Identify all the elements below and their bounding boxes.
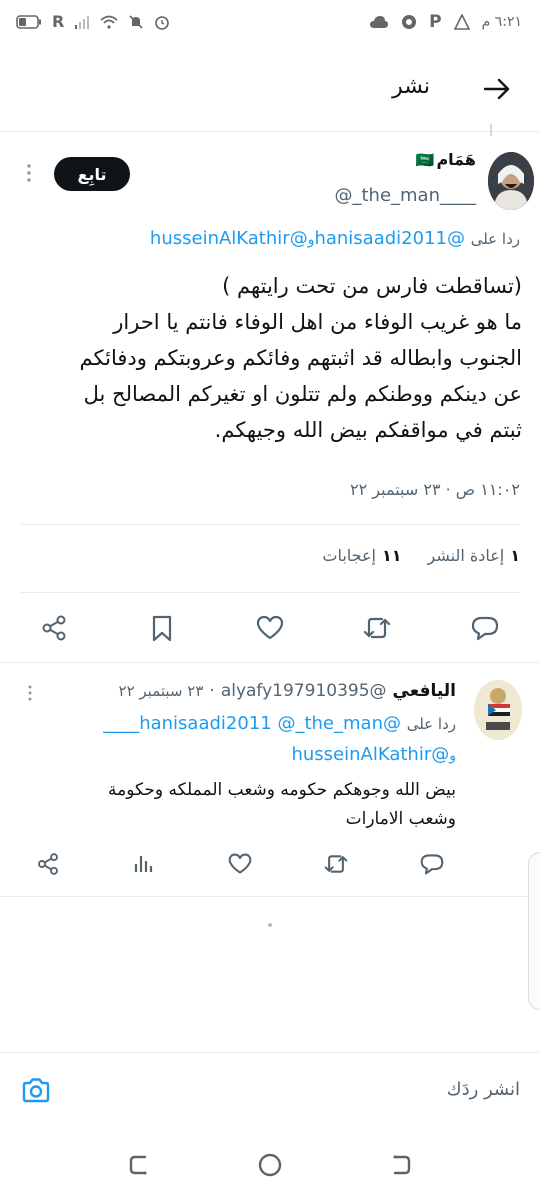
status-time: ٦:٢١ م: [481, 14, 522, 30]
heart-icon: [228, 853, 252, 874]
heart-icon: [256, 615, 284, 640]
tweet-text-line: (تساقطت فارس من تحت رايتهم ): [222, 274, 522, 298]
back-nav-icon[interactable]: [386, 1150, 416, 1180]
stats-divider-top: [20, 524, 520, 525]
thread-line-top: [490, 124, 492, 136]
avatar[interactable]: [488, 152, 534, 210]
share-button[interactable]: [32, 848, 64, 880]
scrollbar[interactable]: [528, 852, 540, 1010]
more-vertical-icon[interactable]: [22, 162, 36, 184]
reply-button[interactable]: [469, 612, 501, 644]
avatar-image: [474, 680, 522, 740]
like-button[interactable]: [224, 848, 256, 880]
signal-icon: [75, 15, 90, 29]
retweet-count[interactable]: ١: [510, 546, 520, 565]
share-icon: [42, 615, 66, 641]
reply-handle[interactable]: @alyafy197910395: [221, 681, 387, 701]
comment-icon: [471, 616, 499, 641]
reply-to-prefix: ردا على: [406, 715, 456, 733]
tweet-text: (تساقطت فارس من تحت رايتهم ) ما هو غريب …: [2, 268, 522, 448]
views-button[interactable]: [128, 848, 160, 880]
analytics-icon: [134, 856, 153, 872]
chrome-icon: [402, 15, 417, 29]
tweet-handle[interactable]: @_the_man____: [334, 185, 476, 206]
like-label[interactable]: إعجابات: [322, 546, 376, 565]
home-icon[interactable]: [255, 1150, 285, 1180]
like-button[interactable]: [254, 612, 286, 644]
status-right: P ٦:٢١ م: [369, 12, 522, 32]
tweet-author[interactable]: هَمَام 🇸🇦: [416, 150, 476, 169]
retweet-icon: [324, 855, 348, 873]
battery-icon: [16, 14, 41, 29]
flag-icon: 🇸🇦: [415, 150, 435, 169]
tweet-text-line: ما هو غريب الوفاء من اهل الوفاء فانتم يا…: [113, 310, 522, 334]
retweet-icon: [363, 617, 391, 639]
bookmark-button[interactable]: [146, 612, 178, 644]
tweet-timestamp[interactable]: ١١:٠٢ ص · ٢٣ سبتمبر ٢٢: [350, 480, 520, 499]
reply-button[interactable]: [416, 848, 448, 880]
reply-header: اليافعي @alyafy197910395 · ٢٣ سبتمبر ٢٢: [119, 681, 456, 701]
like-count[interactable]: ١١: [382, 546, 402, 565]
reply-to-line-1: ردا على @hanisaadi2011 @_the_man____: [103, 713, 456, 734]
reply-text: بيض الله وجوهكم حكومه وشعب المملكه وحكوم…: [26, 776, 456, 834]
reply-dot: ·: [209, 681, 215, 701]
reply-to-line-2: و@husseinAlKathir: [291, 744, 456, 765]
wifi-icon: [100, 15, 118, 29]
status-bar: R P ٦:٢١ م: [0, 0, 540, 46]
stats-divider-bottom: [20, 592, 520, 593]
carrier-letter: R: [52, 12, 65, 31]
status-left: R: [16, 12, 170, 31]
reply-text-line: بيض الله وجوهكم حكومه وشعب المملكه وحكوم…: [108, 780, 456, 800]
page-title: نشر: [392, 74, 430, 99]
tweet-text-line: ثبتم في مواقفكم بيض الله وجيهكم.: [214, 418, 522, 442]
tweet-display-name: هَمَام: [436, 150, 476, 169]
reply-date[interactable]: ٢٣ سبتمبر ٢٢: [119, 682, 204, 700]
system-nav-bar: [0, 1136, 540, 1200]
retweet-button[interactable]: [320, 848, 352, 880]
reply-composer[interactable]: انشر ردَك: [0, 1053, 540, 1133]
reply-to-link[interactable]: @hanisaadi2011: [314, 228, 465, 249]
parking-icon: P: [429, 12, 442, 32]
reply-to-link[interactable]: @husseinAlKathir: [291, 744, 449, 765]
warning-icon: [453, 14, 470, 30]
share-button[interactable]: [38, 612, 70, 644]
avatar[interactable]: [474, 680, 522, 740]
arrow-right-icon[interactable]: [482, 74, 512, 104]
retweet-label[interactable]: إعادة النشر: [428, 546, 505, 565]
tweet-text-line: عن دينكم ووطنكم ولم تتلون او تغيركم المص…: [83, 382, 522, 406]
top-header: نشر: [0, 60, 540, 122]
reply-to-prefix: ردا على: [470, 230, 520, 248]
avatar-image: [488, 152, 534, 210]
comment-icon: [420, 854, 444, 875]
more-vertical-icon[interactable]: [24, 684, 36, 702]
cloud-icon: [370, 16, 389, 28]
header-divider: [0, 131, 540, 132]
tweet-text-line: الجنوب وابطاله قد اثبتهم وفائكم وعروبتكم…: [79, 346, 522, 370]
bookmark-icon: [152, 615, 172, 642]
tweet-divider: [0, 662, 540, 663]
alarm-icon: [155, 15, 170, 30]
recent-apps-icon[interactable]: [124, 1150, 154, 1180]
reply-text-line: وشعب الامارات: [345, 809, 456, 829]
loading-dot: [268, 923, 272, 927]
reply-display-name[interactable]: اليافعي: [393, 681, 456, 701]
reply-to-link[interactable]: @husseinAlKathir: [150, 228, 308, 249]
tweet-reply-to: ردا على @hanisaadi2011و@husseinAlKathir: [150, 228, 520, 249]
reply-divider: [0, 896, 540, 897]
tweet-stats: ١ إعادة النشر ١١ إعجابات: [322, 546, 520, 565]
share-icon: [38, 853, 58, 875]
composer-placeholder: انشر ردَك: [446, 1079, 520, 1100]
reply-to-and: و: [449, 748, 456, 764]
mute-icon: [129, 14, 143, 29]
follow-button[interactable]: تابِع: [54, 157, 130, 191]
camera-icon[interactable]: [20, 1075, 52, 1107]
retweet-button[interactable]: [361, 612, 393, 644]
